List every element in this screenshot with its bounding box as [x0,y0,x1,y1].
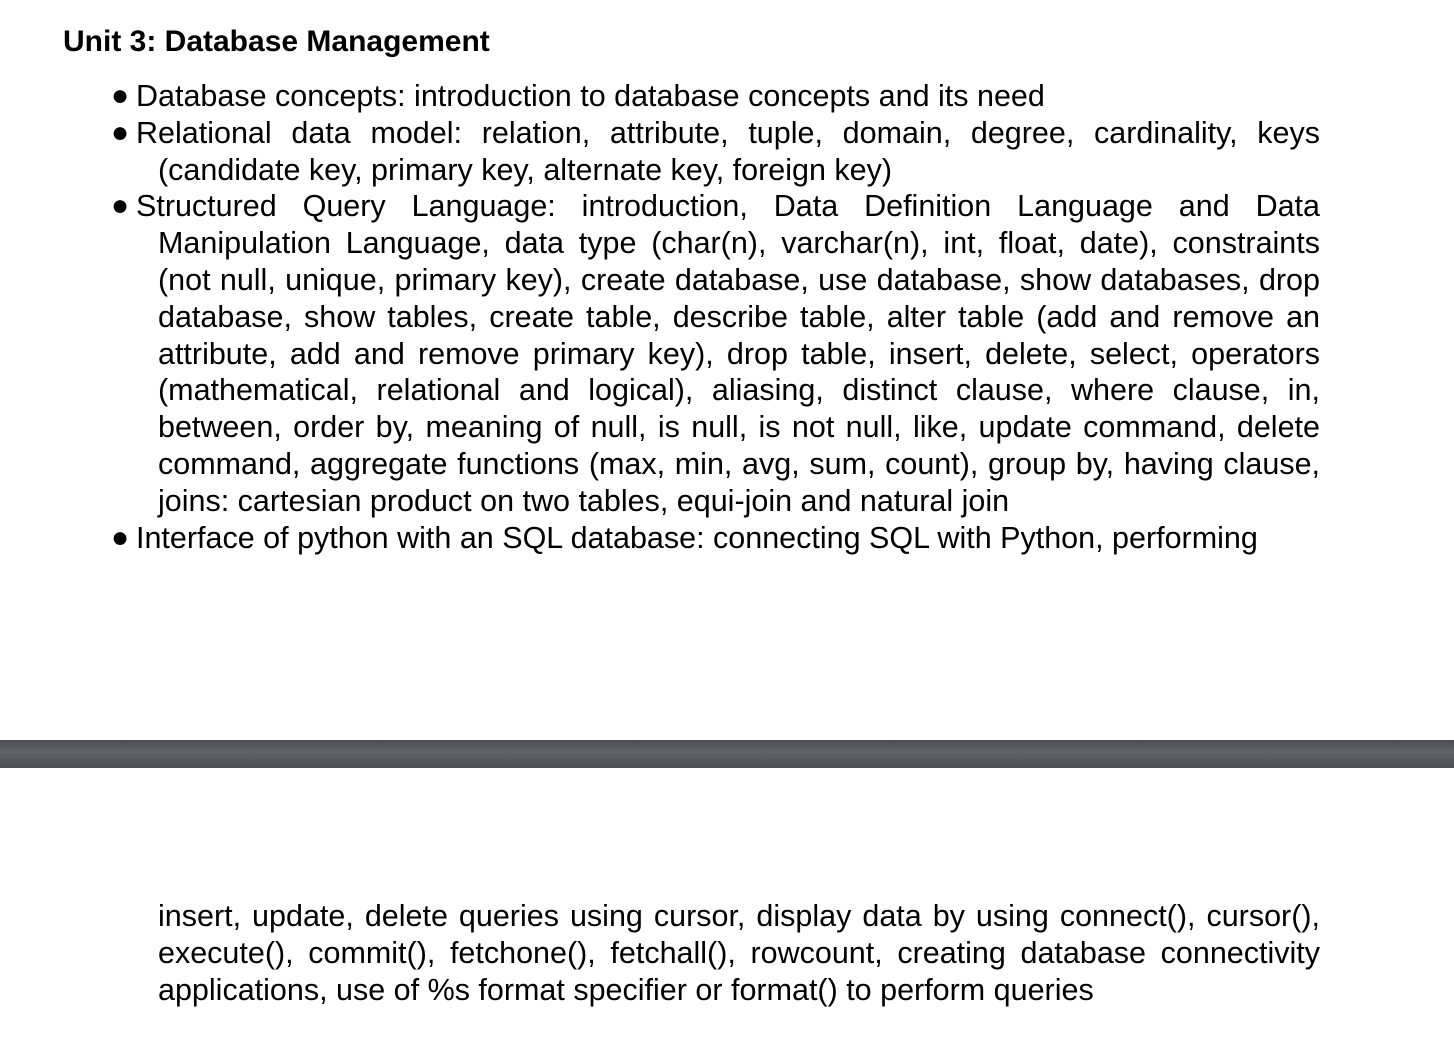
topic-text: Database concepts: introduction to datab… [136,79,1045,113]
bullet-icon: ● [111,520,130,554]
topic-text: Relational data model: relation, attribu… [136,115,1320,187]
topic-item: ● Interface of python with an SQL databa… [0,520,1320,557]
document-page-top: Unit 3: Database Management ● Database c… [0,0,1454,740]
document-page-bottom: insert, update, delete queries using cur… [0,768,1454,1040]
topic-text: Structured Query Language: introduction,… [136,189,1320,518]
continued-topic-text: insert, update, delete queries using cur… [158,899,1320,1007]
topic-list: ● Database concepts: introduction to dat… [0,78,1454,556]
bullet-icon: ● [111,115,130,149]
page-separator [0,740,1454,768]
topic-item: ● Structured Query Language: introductio… [0,188,1320,519]
bullet-icon: ● [111,79,130,112]
unit-heading: Unit 3: Database Management [63,25,490,58]
bullet-icon: ● [111,189,130,223]
topic-item: ● Database concepts: introduction to dat… [0,78,1320,115]
topic-item: ● Relational data model: relation, attri… [0,115,1320,189]
topic-text: Interface of python with an SQL database… [136,520,1258,555]
